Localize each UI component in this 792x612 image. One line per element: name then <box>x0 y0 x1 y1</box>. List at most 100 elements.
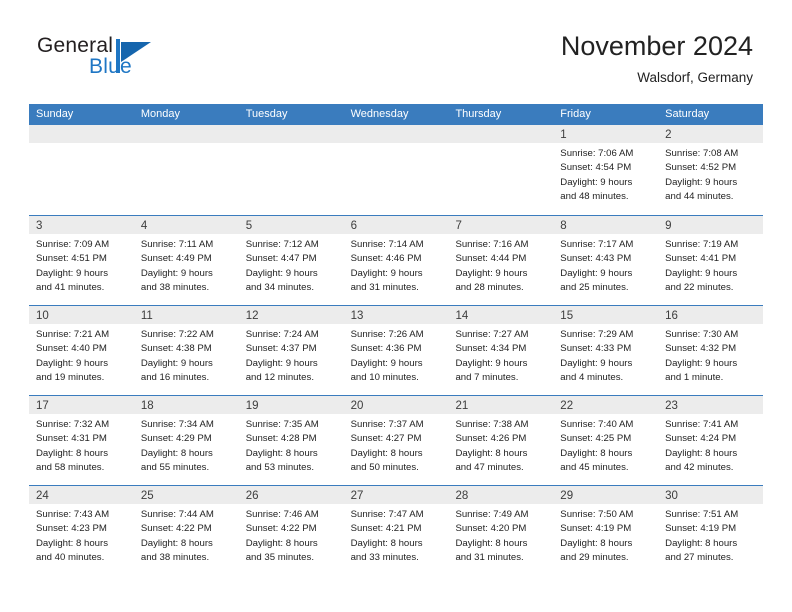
day-number-strip: 3 <box>29 216 134 234</box>
day-detail-line: Daylight: 8 hours <box>560 447 633 459</box>
day-cell-6[interactable]: 6 Sunrise: 7:14 AM Sunset: 4:46 PM Daylight… <box>343 216 449 305</box>
day-cell-16[interactable]: 16 Sunrise: 7:30 AM Sunset: 4:32 PM Dayligh… <box>658 306 764 395</box>
day-cell-15[interactable]: 15 Sunrise: 7:29 AM Sunset: 4:33 PM Dayligh… <box>553 306 659 395</box>
day-number-strip: 27 <box>343 486 449 504</box>
day-cell-22[interactable]: 22 Sunrise: 7:40 AM Sunset: 4:25 PM Dayligh… <box>553 396 659 485</box>
weekday-header-row: Sunday Monday Tuesday Wednesday Thursday Frid… <box>29 104 763 125</box>
day-detail-line: Sunset: 4:49 PM <box>140 253 212 265</box>
day-details <box>29 143 134 147</box>
day-detail-line: Sunset: 4:32 PM <box>665 343 737 355</box>
day-number-strip: 9 <box>658 216 764 234</box>
day-cell-26[interactable]: 26 Sunrise: 7:46 AM Sunset: 4:22 PM Dayligh… <box>238 486 344 575</box>
day-detail-line: and 50 minutes. <box>350 461 419 473</box>
day-cell-27[interactable]: 27 Sunrise: 7:47 AM Sunset: 4:21 PM Dayligh… <box>343 486 449 575</box>
day-number-strip: 12 <box>238 306 344 324</box>
day-detail-line: Sunrise: 7:09 AM <box>36 239 110 250</box>
day-number: 28 <box>455 490 469 502</box>
day-cell-2[interactable]: 2 Sunrise: 7:08 AM Sunset: 4:52 PM Daylight… <box>658 125 764 215</box>
day-cell-18[interactable]: 18 Sunrise: 7:34 AM Sunset: 4:29 PM Dayligh… <box>133 396 239 485</box>
day-detail-line: and 19 minutes. <box>36 371 105 383</box>
day-cell-10[interactable]: 10 Sunrise: 7:21 AM Sunset: 4:40 PM Dayligh… <box>29 306 134 395</box>
day-cell-9[interactable]: 9 Sunrise: 7:19 AM Sunset: 4:41 PM Daylight… <box>658 216 764 305</box>
day-number: 29 <box>560 490 574 502</box>
day-detail-line: Sunrise: 7:29 AM <box>560 329 634 340</box>
weekday-header-tuesday: Tuesday <box>245 108 288 120</box>
calendar-grid: Sunday Monday Tuesday Wednesday Thursday Frid… <box>29 104 764 575</box>
day-detail-line: and 22 minutes. <box>665 281 734 293</box>
page-title: November 2024 <box>560 31 753 61</box>
day-number-strip: 10 <box>29 306 134 324</box>
day-number: 11 <box>140 310 153 322</box>
day-cell-5[interactable]: 5 Sunrise: 7:12 AM Sunset: 4:47 PM Daylight… <box>238 216 344 305</box>
day-number: 3 <box>36 220 43 232</box>
day-cell-14[interactable]: 14 Sunrise: 7:27 AM Sunset: 4:34 PM Dayligh… <box>448 306 554 395</box>
day-cell-11[interactable]: 11 Sunrise: 7:22 AM Sunset: 4:38 PM Dayligh… <box>133 306 239 395</box>
day-cell-8[interactable]: 8 Sunrise: 7:17 AM Sunset: 4:43 PM Daylight… <box>553 216 659 305</box>
day-cell-3[interactable]: 3 Sunrise: 7:09 AM Sunset: 4:51 PM Daylight… <box>29 216 134 305</box>
day-detail-line: Sunrise: 7:46 AM <box>245 509 319 520</box>
location-subtitle: Walsdorf, Germany <box>637 70 753 85</box>
day-number: 13 <box>350 310 364 322</box>
day-cell-30[interactable]: 30 Sunrise: 7:51 AM Sunset: 4:19 PM Dayligh… <box>658 486 764 575</box>
brand-logo[interactable]: General Blue <box>31 34 231 86</box>
title-block: November 2024 Walsdorf, Germany <box>561 30 753 88</box>
day-cell-20[interactable]: 20 Sunrise: 7:37 AM Sunset: 4:27 PM Dayligh… <box>343 396 449 485</box>
day-cell-21[interactable]: 21 Sunrise: 7:38 AM Sunset: 4:26 PM Dayligh… <box>448 396 554 485</box>
day-detail-line: Daylight: 8 hours <box>350 537 423 549</box>
day-cell-23[interactable]: 23 Sunrise: 7:41 AM Sunset: 4:24 PM Dayligh… <box>658 396 764 485</box>
day-detail-line: Sunset: 4:20 PM <box>455 523 527 535</box>
day-detail-line: Sunset: 4:36 PM <box>350 343 422 355</box>
day-detail-line: Sunset: 4:51 PM <box>36 253 107 265</box>
day-detail-line: Daylight: 8 hours <box>140 537 213 549</box>
day-cell-28[interactable]: 28 Sunrise: 7:49 AM Sunset: 4:20 PM Dayligh… <box>448 486 554 575</box>
day-number: 10 <box>36 310 49 322</box>
page-header: General Blue November 2024 Walsdorf, Ger… <box>0 0 792 100</box>
day-detail-line: Sunrise: 7:44 AM <box>140 509 214 520</box>
day-detail-line: and 31 minutes. <box>455 551 524 563</box>
day-cell-29[interactable]: 29 Sunrise: 7:50 AM Sunset: 4:19 PM Dayligh… <box>553 486 659 575</box>
day-number-strip: 28 <box>448 486 554 504</box>
day-cell-25[interactable]: 25 Sunrise: 7:44 AM Sunset: 4:22 PM Dayligh… <box>133 486 239 575</box>
day-detail-line: Sunset: 4:21 PM <box>350 523 422 535</box>
day-details: Sunrise: 7:11 AM Sunset: 4:49 PM Daylight:… <box>134 234 239 295</box>
day-detail-line: Daylight: 9 hours <box>350 267 423 279</box>
day-number: 2 <box>665 129 672 141</box>
day-detail-line: Daylight: 8 hours <box>665 537 738 549</box>
day-number-strip: 11 <box>133 306 239 324</box>
day-details: Sunrise: 7:37 AM Sunset: 4:27 PM Daylight:… <box>344 414 449 475</box>
day-detail-line: Sunrise: 7:41 AM <box>665 419 739 430</box>
day-details: Sunrise: 7:49 AM Sunset: 4:20 PM Daylight:… <box>448 504 553 565</box>
day-detail-line: Sunrise: 7:06 AM <box>560 148 634 159</box>
day-details: Sunrise: 7:19 AM Sunset: 4:41 PM Daylight:… <box>658 234 763 295</box>
day-detail-line: Sunrise: 7:43 AM <box>36 509 110 520</box>
day-number-strip: 4 <box>133 216 239 234</box>
day-cell-7[interactable]: 7 Sunrise: 7:16 AM Sunset: 4:44 PM Daylight… <box>448 216 554 305</box>
day-number-strip: 15 <box>553 306 659 324</box>
day-cell-19[interactable]: 19 Sunrise: 7:35 AM Sunset: 4:28 PM Dayligh… <box>238 396 344 485</box>
day-cell-4[interactable]: 4 Sunrise: 7:11 AM Sunset: 4:49 PM Daylight… <box>133 216 239 305</box>
weekday-header-friday: Friday <box>560 108 591 120</box>
day-cell-24[interactable]: 24 Sunrise: 7:43 AM Sunset: 4:23 PM Dayligh… <box>29 486 134 575</box>
day-detail-line: Daylight: 8 hours <box>665 447 738 459</box>
day-details: Sunrise: 7:17 AM Sunset: 4:43 PM Daylight:… <box>553 234 658 295</box>
day-details: Sunrise: 7:06 AM Sunset: 4:54 PM Daylight:… <box>553 143 658 204</box>
day-detail-line: Sunset: 4:29 PM <box>140 433 212 445</box>
calendar-week-row: 10 Sunrise: 7:21 AM Sunset: 4:40 PM Dayligh… <box>29 305 764 395</box>
day-cell-17[interactable]: 17 Sunrise: 7:32 AM Sunset: 4:31 PM Dayligh… <box>29 396 134 485</box>
day-cell-13[interactable]: 13 Sunrise: 7:26 AM Sunset: 4:36 PM Dayligh… <box>343 306 449 395</box>
day-detail-line: Daylight: 9 hours <box>455 357 528 369</box>
day-detail-line: and 55 minutes. <box>140 461 210 473</box>
day-number-strip: 6 <box>343 216 449 234</box>
day-detail-line: Sunrise: 7:14 AM <box>350 239 424 250</box>
day-cell-12[interactable]: 12 Sunrise: 7:24 AM Sunset: 4:37 PM Dayligh… <box>238 306 344 395</box>
day-detail-line: and 44 minutes. <box>665 190 734 202</box>
day-number: 1 <box>560 129 567 141</box>
day-number: 8 <box>560 220 567 232</box>
day-number-strip: 1 <box>553 125 659 143</box>
day-cell-1[interactable]: 1 Sunrise: 7:06 AM Sunset: 4:54 PM Daylight… <box>553 125 659 215</box>
day-detail-line: Sunrise: 7:21 AM <box>36 329 110 340</box>
weekday-header-sunday: Sunday <box>36 108 74 120</box>
day-number: 14 <box>455 310 469 322</box>
day-number: 17 <box>36 400 49 412</box>
day-number-strip: 24 <box>29 486 134 504</box>
